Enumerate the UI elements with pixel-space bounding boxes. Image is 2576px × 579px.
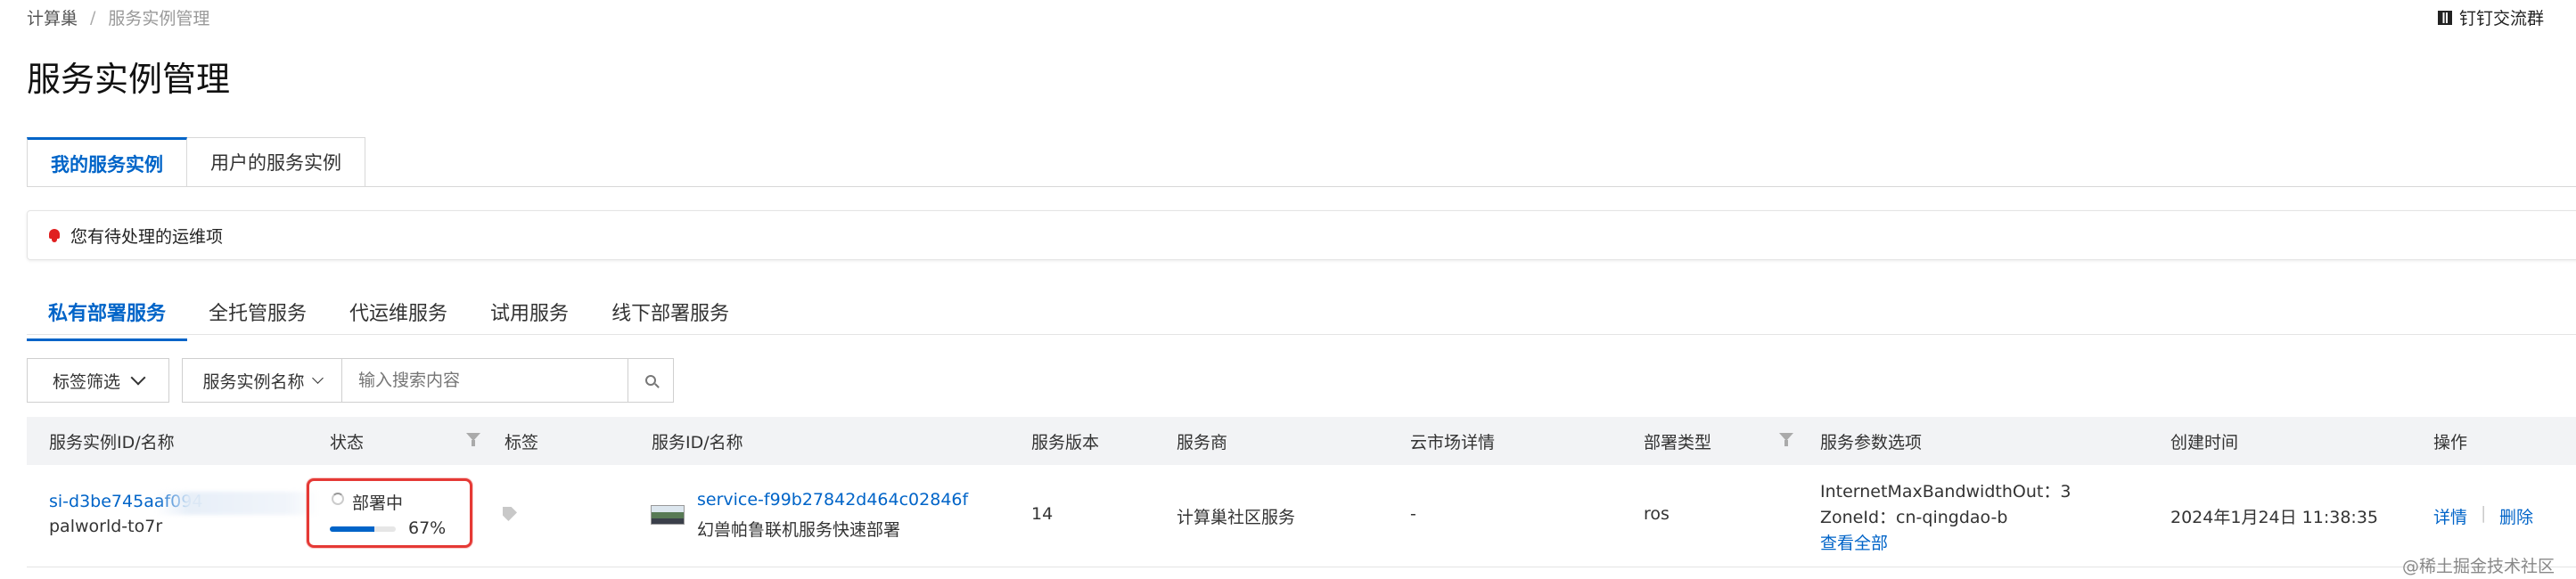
param-bandwidth: InternetMaxBandwidthOut：3 [1820,482,2071,502]
tag-filter-label: 标签筛选 [52,371,120,392]
created-time: 2024年1月24日 11:38:35 [2170,508,2378,527]
col-marketplace: 云市场详情 [1410,432,1496,453]
tab-user-instances[interactable]: 用户的服务实例 [187,137,365,187]
status-text: 部署中 [352,493,404,513]
deploy-type-filter-icon[interactable] [1779,433,1793,447]
instance-search: 服务实例名称 [182,358,674,403]
search-field-select[interactable]: 服务实例名称 [183,359,342,402]
search-icon [645,375,656,386]
alert-text: 您有待处理的运维项 [70,226,224,247]
instance-tabs: 我的服务实例 用户的服务实例 [27,137,365,187]
action-separator: | [2481,503,2487,523]
status-filter-icon[interactable] [466,433,480,447]
breadcrumb-separator: / [90,7,96,28]
col-deploy-type: 部署类型 [1644,432,1712,453]
deploy-progress-fill [330,526,374,532]
delete-link[interactable]: 删除 [2499,504,2533,528]
col-actions: 操作 [2433,432,2468,453]
dingtalk-group-link[interactable]: 钉钉交流群 [2437,5,2544,29]
search-button[interactable] [628,359,673,402]
search-field-label: 服务实例名称 [202,371,305,392]
progress-label: 67% [408,518,447,538]
chevron-down-icon [130,370,146,386]
col-version: 服务版本 [1031,432,1100,453]
service-name: 幻兽帕鲁联机服务快速部署 [697,520,901,540]
redaction-blur [156,492,320,515]
col-tags: 标签 [505,432,539,453]
col-created: 创建时间 [2170,432,2239,453]
pending-ops-alert[interactable]: 您有待处理的运维项 [27,210,2576,260]
provider: 计算巢社区服务 [1177,508,1296,527]
col-status: 状态 [330,432,365,453]
bell-icon [47,228,62,242]
col-instance: 服务实例ID/名称 [49,432,175,453]
tag-icon[interactable] [503,507,517,521]
tag-filter-dropdown[interactable]: 标签筛选 [27,358,169,403]
marketplace-detail: - [1410,504,1416,524]
dingtalk-label: 钉钉交流群 [2458,9,2544,29]
watermark: @稀土掘金技术社区 [2401,557,2555,576]
breadcrumb-current: 服务实例管理 [108,9,210,29]
breadcrumb-root[interactable]: 计算巢 [27,5,78,29]
chevron-down-icon [311,371,324,384]
col-service: 服务ID/名称 [652,432,743,453]
service-thumbnail [651,505,685,525]
subtab-divider [27,334,2576,335]
deploy-type: ros [1644,504,1669,524]
loading-spinner-icon [332,493,344,505]
service-version: 14 [1031,504,1054,524]
detail-link[interactable]: 详情 [2433,504,2467,528]
service-id-link[interactable]: service-f99b27842d464c02846f [697,490,968,510]
tab-my-instances[interactable]: 我的服务实例 [27,137,187,187]
qrcode-icon [2437,10,2452,25]
page-title: 服务实例管理 [27,60,231,99]
instance-id-link[interactable]: si-d3be745aaf094 [49,492,320,515]
tab-divider [27,186,2576,187]
col-params: 服务参数选项 [1820,432,1923,453]
param-zone: ZoneId：cn-qingdao-b [1820,508,2008,527]
view-all-params-link[interactable]: 查看全部 [1820,530,1888,554]
col-provider: 服务商 [1177,432,1228,453]
instance-name: palworld-to7r [49,517,163,536]
search-input[interactable] [342,359,628,402]
deploy-progress-bar [330,526,396,532]
breadcrumb: 计算巢 / 服务实例管理 [27,5,209,29]
